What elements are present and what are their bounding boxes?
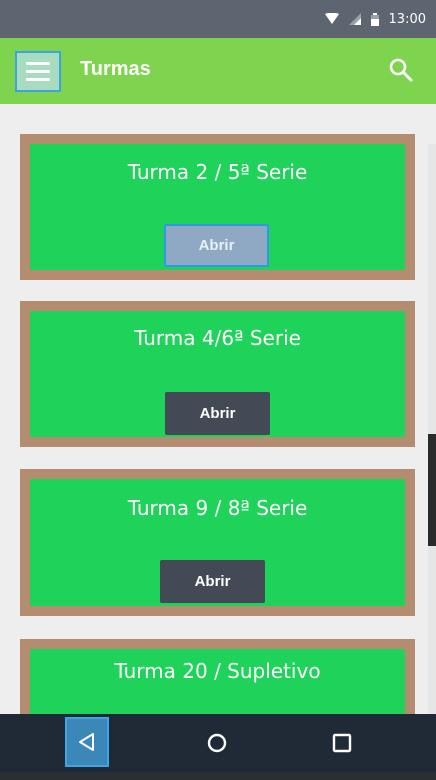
home-circle-icon: [207, 733, 227, 753]
scrollbar[interactable]: [428, 144, 436, 714]
class-card: Turma 20 / Supletivo: [20, 639, 415, 714]
class-title: Turma 4/6ª Serie: [134, 326, 301, 350]
class-title: Turma 20 / Supletivo: [114, 659, 321, 683]
battery-icon: [370, 12, 379, 26]
open-class-button[interactable]: Abrir: [160, 560, 265, 603]
status-bar: 13:00: [0, 0, 436, 38]
scrollbar-thumb[interactable]: [428, 434, 436, 546]
search-icon: [389, 58, 413, 82]
back-button[interactable]: [65, 717, 109, 767]
system-nav-bar: [0, 714, 436, 772]
back-triangle-icon: [79, 733, 94, 751]
class-card-body: Turma 4/6ª Serie Abrir: [30, 311, 405, 437]
signal-icon: [348, 13, 361, 25]
hamburger-menu-icon-line: [26, 78, 50, 81]
class-card: Turma 2 / 5ª Serie Abrir: [20, 134, 415, 280]
page-title: Turmas: [80, 58, 151, 80]
class-card: Turma 4/6ª Serie Abrir: [20, 301, 415, 447]
class-card-body: Turma 2 / 5ª Serie Abrir: [30, 144, 405, 270]
recents-square-icon: [332, 733, 352, 753]
class-title: Turma 9 / 8ª Serie: [127, 496, 308, 520]
hamburger-menu-icon-line: [26, 70, 50, 73]
class-list[interactable]: Turma 2 / 5ª Serie Abrir Turma 4/6ª Seri…: [0, 104, 436, 714]
open-class-button[interactable]: Abrir: [165, 392, 270, 435]
open-class-button[interactable]: Abrir: [164, 224, 269, 267]
class-card-body: Turma 9 / 8ª Serie Abrir: [30, 479, 405, 606]
status-time: 13:00: [388, 11, 426, 27]
home-button[interactable]: [206, 732, 228, 758]
class-title: Turma 2 / 5ª Serie: [127, 160, 308, 184]
hamburger-menu-icon: [26, 62, 50, 65]
wifi-icon: [324, 13, 339, 25]
recents-button[interactable]: [332, 733, 352, 757]
app-bar: Turmas: [0, 38, 436, 104]
menu-button[interactable]: [15, 51, 61, 92]
class-card-body: Turma 20 / Supletivo: [30, 649, 405, 714]
bottom-strip: [0, 772, 436, 780]
search-button[interactable]: [388, 57, 414, 83]
class-card: Turma 9 / 8ª Serie Abrir: [20, 469, 415, 616]
